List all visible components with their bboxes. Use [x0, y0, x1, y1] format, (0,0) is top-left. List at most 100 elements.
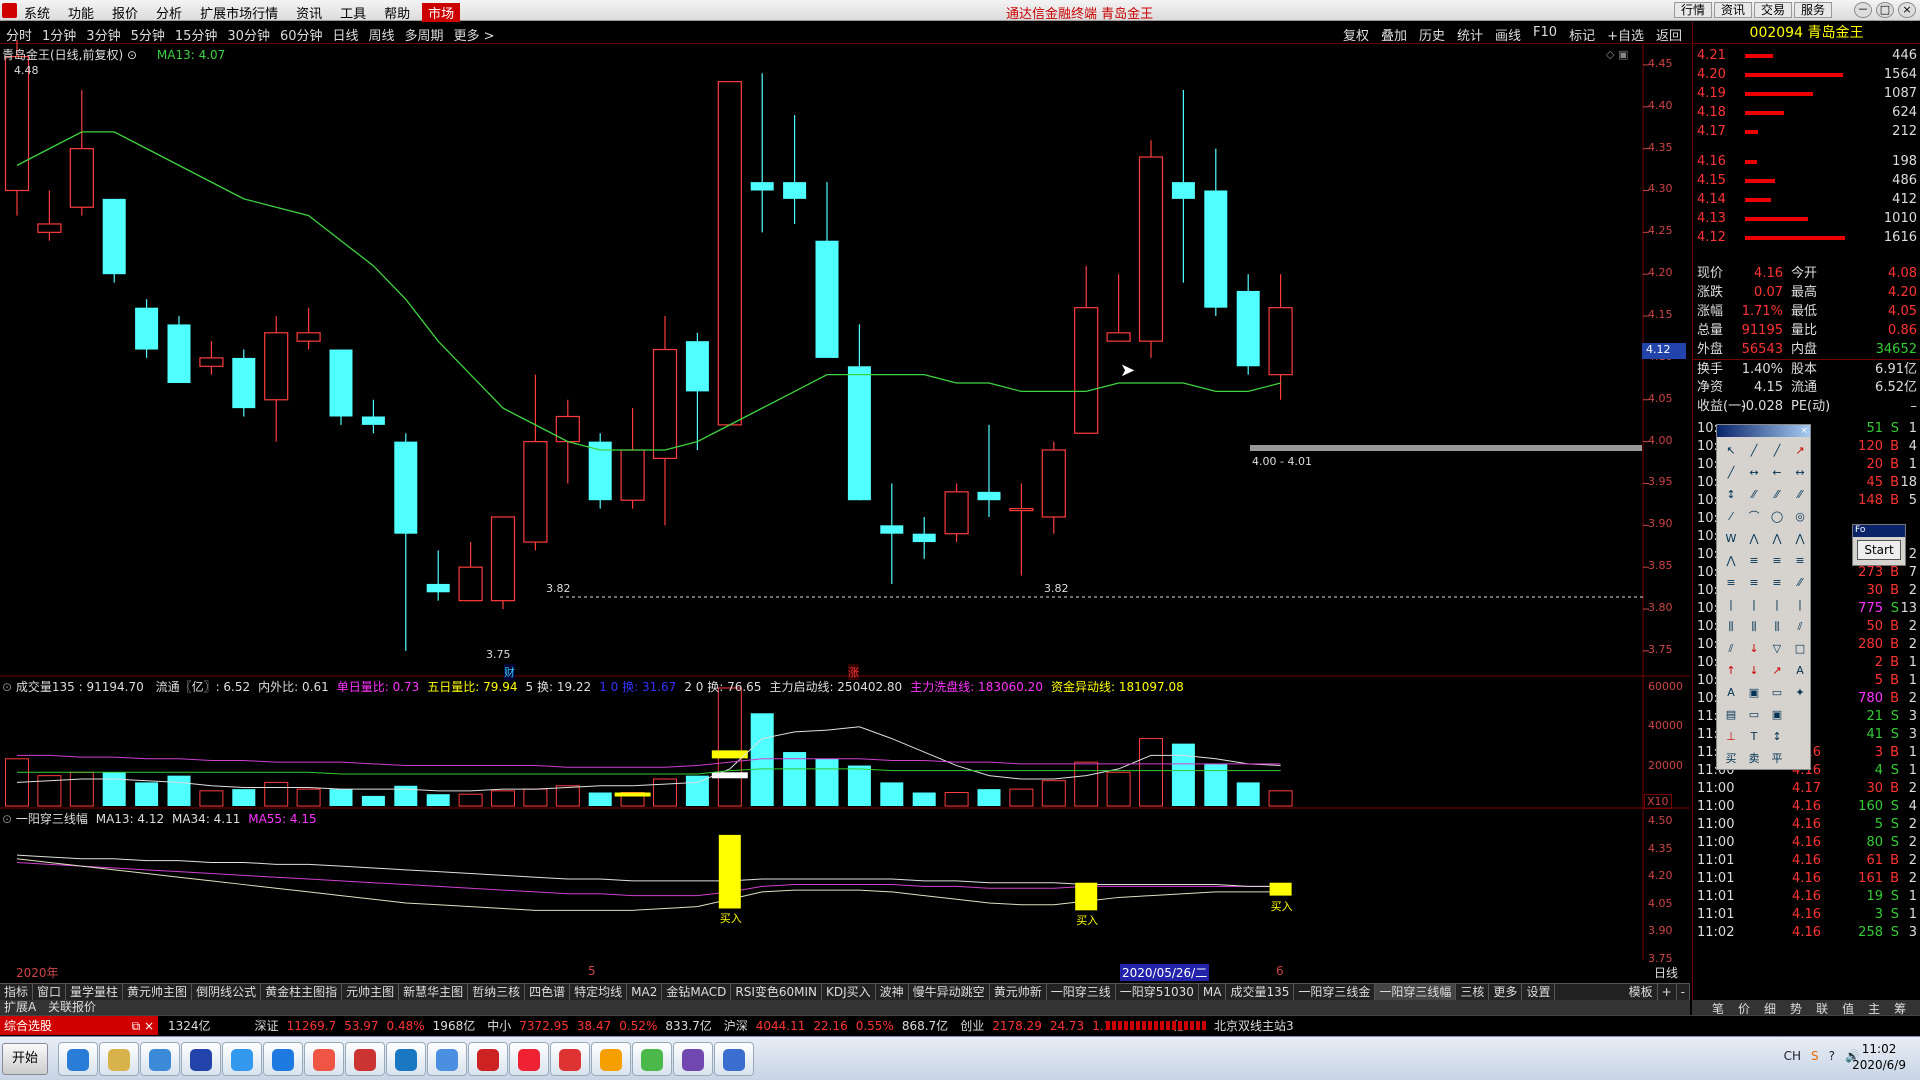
quote-tab[interactable]: 联	[1816, 1000, 1828, 1016]
tick-row[interactable]: 11:00 4.16 5 S 2	[1693, 816, 1920, 834]
help-icon[interactable]: ?	[1829, 1049, 1835, 1063]
indicator-tab[interactable]: 三核	[1456, 984, 1490, 1000]
bid-row[interactable]: 4.15 486	[1693, 171, 1920, 190]
start-button[interactable]: Start	[1857, 540, 1901, 560]
cycle-icon[interactable]: |	[1743, 594, 1765, 615]
indicator-tab[interactable]: 一阳穿三线	[1047, 984, 1116, 1000]
indicator-tab-tool[interactable]: -	[1677, 984, 1690, 1000]
indicator-tab[interactable]: 金钻MACD	[662, 984, 732, 1000]
status-left-label[interactable]: 综合选股 ⧉ ×	[0, 1016, 158, 1035]
indicator-tab[interactable]: KDJ买入	[822, 984, 876, 1000]
target-icon[interactable]: ◎	[1789, 506, 1811, 527]
blank-icon[interactable]	[1789, 748, 1811, 769]
bid-row[interactable]: 4.12 1616	[1693, 228, 1920, 247]
indicator-tab[interactable]: 一阳穿三线金	[1294, 984, 1376, 1000]
cycle-icon[interactable]: |	[1720, 594, 1742, 615]
gann-icon[interactable]: ⋀	[1766, 528, 1788, 549]
ask-row[interactable]: 4.20 1564	[1693, 65, 1920, 84]
close-icon[interactable]: ×	[1800, 425, 1810, 437]
blank-icon[interactable]	[1789, 704, 1811, 725]
quote-tab[interactable]: 价	[1738, 1000, 1750, 1016]
cycle-icon[interactable]: ⫼	[1743, 616, 1765, 637]
cursor-icon[interactable]: ↖	[1720, 440, 1742, 461]
tick-row[interactable]: 11:00 4.16 80 S 2	[1693, 834, 1920, 852]
channel-icon[interactable]: ⁄⁄	[1789, 484, 1811, 505]
taskbar-app[interactable]	[99, 1042, 139, 1076]
indicator-tab[interactable]: RSI变色60MIN	[731, 984, 822, 1000]
tick-row[interactable]: 11:00 4.17 30 B 2	[1693, 780, 1920, 798]
indicator-tab[interactable]: 黄元帅新	[990, 984, 1047, 1000]
taskbar-app[interactable]	[222, 1042, 262, 1076]
channel-icon[interactable]: ⁄⁄	[1743, 484, 1765, 505]
indicator-tab[interactable]: 新慧华主图	[399, 984, 469, 1000]
minimize-button[interactable]: －	[1854, 2, 1872, 18]
fib-line-icon[interactable]: ≡	[1766, 572, 1788, 593]
indicator-tab[interactable]: 特定均线	[570, 984, 628, 1000]
taskbar-app[interactable]	[304, 1042, 344, 1076]
tab-related-quote[interactable]: 关联报价	[48, 1000, 96, 1014]
indicator-tab[interactable]: 波神	[876, 984, 909, 1000]
bid-row[interactable]: 4.13 1010	[1693, 209, 1920, 228]
fib-fan-icon[interactable]: ≡	[1743, 550, 1765, 571]
signal-icon[interactable]: ↗	[1766, 660, 1788, 681]
taskbar-app[interactable]	[263, 1042, 303, 1076]
line-icon[interactable]: ╱	[1743, 440, 1765, 461]
index-item[interactable]: 沪深 4044.11 22.16 0.55% 868.7亿	[724, 1019, 948, 1033]
down-icon[interactable]: ↓	[1743, 638, 1765, 659]
gann-icon[interactable]: ⋀	[1743, 528, 1765, 549]
index-item[interactable]: 1324亿	[168, 1019, 243, 1033]
indicator-tab[interactable]: 倒阴线公式	[192, 984, 262, 1000]
quote-tab[interactable]: 细	[1764, 1000, 1776, 1016]
extend-icon[interactable]: ↔	[1789, 462, 1811, 483]
tick-row[interactable]: 11:02 4.16 258 S 3	[1693, 924, 1920, 942]
quote-tab[interactable]: 筹	[1894, 1000, 1906, 1016]
flat-icon[interactable]: 平	[1766, 748, 1788, 769]
box-icon[interactable]: ▭	[1766, 682, 1788, 703]
star-icon[interactable]: ✦	[1789, 682, 1811, 703]
index-item[interactable]: 中小 7372.95 38.47 0.52% 833.7亿	[487, 1019, 711, 1033]
panel-icons[interactable]: ◇ ▣	[1606, 48, 1628, 61]
taskbar-app[interactable]	[468, 1042, 508, 1076]
sell-icon[interactable]: 卖	[1743, 748, 1765, 769]
fib-fan-icon[interactable]: ≡	[1789, 550, 1811, 571]
quote-tab[interactable]: 笔	[1712, 1000, 1724, 1016]
maximize-button[interactable]: □	[1876, 2, 1894, 18]
parallel-icon[interactable]: ⁄⁄	[1766, 484, 1788, 505]
indicator-tab[interactable]: 元帅主图	[342, 984, 400, 1000]
start-button[interactable]: 开始	[2, 1043, 48, 1075]
indicator-tab[interactable]: 一阳穿三线幅	[1375, 984, 1457, 1000]
taskbar-app[interactable]	[632, 1042, 672, 1076]
ray-icon[interactable]: ↗	[1789, 440, 1811, 461]
taskbar-app[interactable]	[181, 1042, 221, 1076]
quote-tab[interactable]: 主	[1868, 1000, 1880, 1016]
taskbar-app[interactable]	[386, 1042, 426, 1076]
taskbar-app[interactable]	[591, 1042, 631, 1076]
cycle-icon[interactable]: ⫼	[1720, 616, 1742, 637]
indicator-tab[interactable]: MA	[1199, 984, 1227, 1000]
down-arrow-icon[interactable]: ↓	[1743, 660, 1765, 681]
tab-ext-a[interactable]: 扩展A	[4, 1000, 36, 1014]
buy-icon[interactable]: 买	[1720, 748, 1742, 769]
clock[interactable]: 11:02 2020/6/9	[1852, 1041, 1906, 1073]
btn-zixun[interactable]: 资讯	[1713, 2, 1752, 18]
ask-row[interactable]: 4.19 1087	[1693, 84, 1920, 103]
taskbar-app[interactable]	[345, 1042, 385, 1076]
box-icon[interactable]: ▣	[1766, 704, 1788, 725]
list-icon[interactable]: ▤	[1720, 704, 1742, 725]
rect-icon[interactable]: □	[1789, 638, 1811, 659]
quote-tab[interactable]: 值	[1842, 1000, 1854, 1016]
arrow-left-icon[interactable]: ←	[1766, 462, 1788, 483]
cycle-icon[interactable]: |	[1766, 594, 1788, 615]
channel-icon[interactable]: ⫽	[1720, 638, 1742, 659]
ask-row[interactable]: 4.21 446	[1693, 46, 1920, 65]
indicator-tab[interactable]: 慢牛异动跳空	[909, 984, 990, 1000]
indicator-tab[interactable]: 哲纳三核	[468, 984, 526, 1000]
fib-line-icon[interactable]: ⁄⁄	[1789, 572, 1811, 593]
settings-icon[interactable]: ⊙	[127, 48, 137, 62]
bid-row[interactable]: 4.14 412	[1693, 190, 1920, 209]
t-icon[interactable]: T	[1743, 726, 1765, 747]
taskbar-app[interactable]	[550, 1042, 590, 1076]
text-icon[interactable]: A	[1720, 682, 1742, 703]
arc-icon[interactable]: ⌒	[1743, 506, 1765, 527]
start-widget[interactable]: Fo Start	[1852, 524, 1906, 566]
